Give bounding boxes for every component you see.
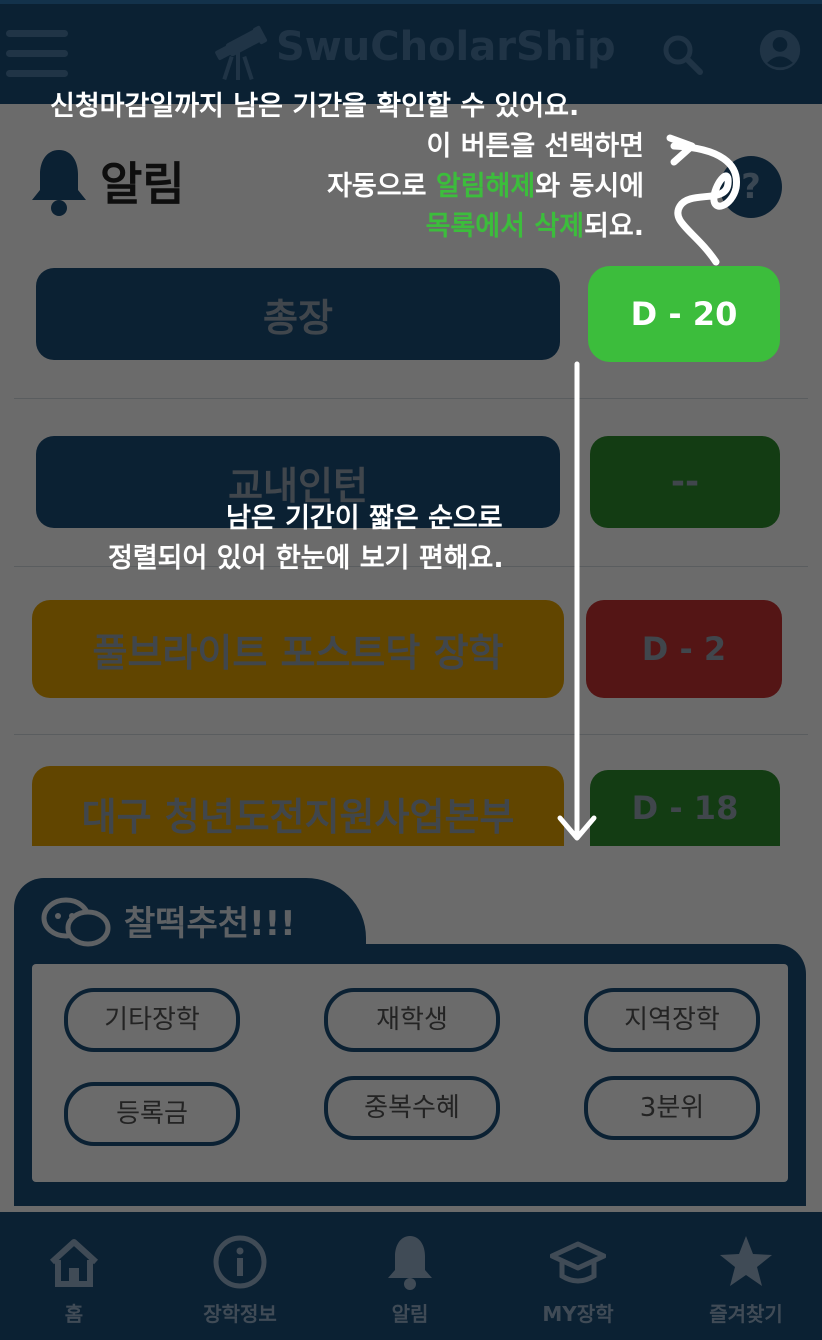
nav-label: 알림 bbox=[391, 1302, 429, 1326]
account-icon[interactable] bbox=[758, 28, 802, 72]
tutorial-text: 남은 기간이 짧은 순으로 bbox=[226, 503, 503, 534]
nav-scholarship-info[interactable]: 장학정보 bbox=[170, 1212, 310, 1340]
notification-title-button[interactable]: 총장 bbox=[36, 268, 560, 360]
tag-button[interactable]: 기타장학 bbox=[64, 988, 240, 1052]
tutorial-text: 이 버튼을 선택하면 bbox=[426, 131, 644, 162]
tag-button[interactable]: 3분위 bbox=[584, 1076, 760, 1140]
nav-my-scholarship[interactable]: MY장학 bbox=[508, 1212, 648, 1340]
brand-logo[interactable]: SwuCholarShip bbox=[210, 22, 616, 82]
nav-alerts[interactable]: 알림 bbox=[340, 1212, 480, 1340]
rice-cake-icon bbox=[41, 897, 111, 947]
page-title-row: 알림 bbox=[26, 146, 326, 216]
tag-button[interactable]: 지역장학 bbox=[584, 988, 760, 1052]
app-header: SwuCholarShip bbox=[0, 4, 822, 104]
tutorial-text: 신청마감일까지 남은 기간을 확인할 수 있어요. bbox=[50, 91, 580, 122]
curly-arrow-icon bbox=[666, 134, 740, 266]
nav-label: 즐겨찾기 bbox=[709, 1302, 783, 1326]
nav-label: MY장학 bbox=[542, 1302, 614, 1326]
dday-button[interactable]: -- bbox=[590, 436, 780, 528]
page-title: 알림 bbox=[100, 157, 185, 211]
search-icon[interactable] bbox=[660, 32, 704, 76]
recommend-title: 찰떡추천!!! bbox=[124, 904, 296, 944]
graduation-cap-icon bbox=[550, 1241, 606, 1284]
nav-home[interactable]: 홈 bbox=[4, 1212, 144, 1340]
brand-name: SwuCholarShip bbox=[276, 24, 616, 70]
dday-button[interactable]: D - 2 bbox=[586, 600, 782, 698]
tutorial-text: 목록에서 삭제되요. bbox=[425, 211, 644, 242]
tag-button[interactable]: 재학생 bbox=[324, 988, 500, 1052]
notification-title-button[interactable]: 대구 청년도전지원사업본부 bbox=[32, 766, 564, 846]
info-icon bbox=[213, 1235, 267, 1289]
telescope-icon bbox=[215, 25, 268, 81]
home-icon bbox=[49, 1239, 99, 1287]
recommend-panel: 찰떡추천!!! 기타장학 재학생 지역장학 등록금 중복수혜 3분위 bbox=[14, 878, 806, 1206]
down-arrow-icon bbox=[557, 361, 597, 841]
notification-title-button[interactable]: 풀브라이트 포스트닥 장학 bbox=[32, 600, 564, 698]
tutorial-text: 정렬되어 있어 한눈에 보기 편해요. bbox=[108, 543, 504, 574]
bottom-navigation: 홈 장학정보 알림 MY장학 즐겨찾기 bbox=[0, 1212, 822, 1340]
recommend-tag-area: 기타장학 재학생 지역장학 등록금 중복수혜 3분위 bbox=[32, 964, 788, 1182]
bell-icon bbox=[388, 1236, 432, 1290]
dday-button-highlighted[interactable]: D - 20 bbox=[588, 266, 780, 362]
nav-label: 홈 bbox=[64, 1302, 84, 1326]
menu-icon[interactable] bbox=[6, 30, 68, 78]
nav-favorites[interactable]: 즐겨찾기 bbox=[676, 1212, 816, 1340]
bell-icon bbox=[32, 150, 86, 216]
tutorial-text: 자동으로 알림해제와 동시에 bbox=[327, 171, 644, 202]
row-divider bbox=[14, 734, 808, 735]
nav-label: 장학정보 bbox=[203, 1302, 277, 1326]
tag-button[interactable]: 등록금 bbox=[64, 1082, 240, 1146]
row-divider bbox=[14, 398, 808, 399]
dday-button[interactable]: D - 18 bbox=[590, 770, 780, 846]
tag-button[interactable]: 중복수혜 bbox=[324, 1076, 500, 1140]
star-icon bbox=[720, 1236, 772, 1286]
